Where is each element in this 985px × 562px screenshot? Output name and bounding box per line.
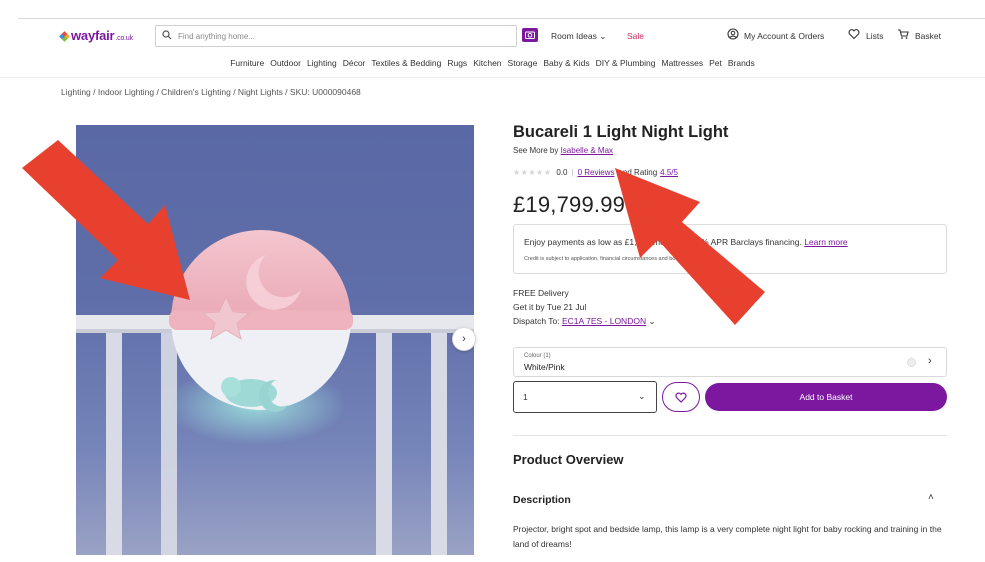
- quantity-value: 1: [523, 392, 528, 402]
- financing-disclaimer: Credit is subject to application, financ…: [524, 256, 713, 262]
- dispatch-label: Dispatch To:: [513, 316, 560, 326]
- chevron-down-icon: ⌄: [638, 391, 646, 401]
- heart-icon: [675, 392, 687, 403]
- quantity-select[interactable]: 1 ⌄: [513, 381, 657, 413]
- see-more-by: See More by Isabelle & Max: [513, 146, 613, 155]
- product-image[interactable]: [76, 125, 474, 555]
- rating-label: and Rating: [618, 168, 658, 177]
- description-text: Projector, bright spot and bedside lamp,…: [513, 524, 942, 549]
- top-rule: [18, 18, 985, 19]
- heart-icon[interactable]: [848, 28, 860, 40]
- rating-row: ★★★★★ 0.0 | 0 Reviews and Rating 4.5/5: [513, 168, 678, 177]
- colour-selector[interactable]: Colour (1) White/Pink ›: [513, 347, 947, 377]
- chevron-right-icon: ›: [928, 355, 932, 367]
- reviews-link[interactable]: 0 Reviews: [578, 168, 615, 177]
- room-ideas-menu[interactable]: Room Ideas ⌄: [551, 31, 606, 42]
- category-pet[interactable]: Pet: [709, 58, 722, 74]
- financing-box: Enjoy payments as low as £1,650/month wi…: [513, 224, 947, 274]
- delivery-info: FREE Delivery Get it by Tue 21 Jul Dispa…: [513, 286, 656, 328]
- delivery-date: Get it by Tue 21 Jul: [513, 302, 587, 312]
- category-mattresses[interactable]: Mattresses: [662, 58, 704, 74]
- account-link[interactable]: My Account & Orders: [744, 31, 824, 41]
- basket-icon[interactable]: [897, 28, 909, 40]
- category-decor[interactable]: Décor: [343, 58, 366, 74]
- colour-label: Colour (1): [524, 353, 551, 359]
- category-kitchen[interactable]: Kitchen: [473, 58, 501, 74]
- breadcrumb[interactable]: Lighting / Indoor Lighting / Children's …: [61, 87, 361, 97]
- colour-value: White/Pink: [524, 362, 565, 372]
- rating-score-link[interactable]: 4.5/5: [660, 168, 678, 177]
- category-brands[interactable]: Brands: [728, 58, 755, 74]
- search-input[interactable]: [178, 28, 508, 44]
- search-icon: [162, 30, 172, 40]
- basket-link[interactable]: Basket: [915, 31, 941, 41]
- site-header: wayfair .co.uk Room Ideas ⌄ Sale My Acco…: [0, 22, 985, 52]
- logo-text: wayfair: [71, 28, 115, 43]
- image-next-button[interactable]: ›: [452, 327, 476, 351]
- free-delivery: FREE Delivery: [513, 288, 569, 298]
- category-storage[interactable]: Storage: [508, 58, 538, 74]
- learn-more-link[interactable]: Learn more: [804, 237, 847, 247]
- chevron-up-icon[interactable]: ˄: [928, 492, 934, 503]
- category-outdoor[interactable]: Outdoor: [270, 58, 301, 74]
- chevron-right-icon: ›: [462, 333, 466, 345]
- logo-mark-icon: [59, 31, 70, 42]
- category-rugs[interactable]: Rugs: [447, 58, 467, 74]
- sale-link[interactable]: Sale: [627, 31, 644, 41]
- category-textiles-bedding[interactable]: Textiles & Bedding: [371, 58, 441, 74]
- dispatch-row: Dispatch To: EC1A 7ES - LONDON ⌄: [513, 314, 656, 328]
- search-bar[interactable]: [155, 25, 517, 47]
- room-ideas-label: Room Ideas: [551, 31, 597, 41]
- dispatch-postcode-link[interactable]: EC1A 7ES - LONDON: [562, 316, 646, 326]
- category-lighting[interactable]: Lighting: [307, 58, 337, 74]
- rating-separator: |: [571, 168, 574, 177]
- financing-main: Enjoy payments as low as £1,650/month wi…: [524, 237, 802, 247]
- wayfair-logo[interactable]: wayfair .co.uk: [59, 28, 133, 43]
- category-diy-plumbing[interactable]: DIY & Plumbing: [596, 58, 656, 74]
- add-to-basket-button[interactable]: Add to Basket: [705, 383, 947, 411]
- price: £19,799.99: [513, 192, 626, 217]
- rating-value: 0.0: [556, 168, 568, 177]
- chevron-down-icon: ⌄: [599, 31, 607, 41]
- product-overview-heading: Product Overview: [513, 452, 624, 467]
- section-divider: [513, 435, 947, 436]
- night-light-photo: [76, 230, 474, 555]
- lists-link[interactable]: Lists: [866, 31, 883, 41]
- product-title: Bucareli 1 Light Night Light: [513, 123, 729, 141]
- see-more-prefix: See More by: [513, 146, 561, 155]
- colour-swatch: [907, 358, 916, 367]
- visual-search-button[interactable]: [522, 28, 538, 42]
- category-furniture[interactable]: Furniture: [230, 58, 264, 74]
- logo-tld: .co.uk: [115, 35, 133, 42]
- description-heading[interactable]: Description: [513, 494, 571, 506]
- star-rating-icon: ★★★★★: [513, 168, 552, 177]
- nav-divider: [0, 77, 985, 78]
- category-nav: Furniture Outdoor Lighting Décor Textile…: [0, 58, 985, 74]
- category-baby-kids[interactable]: Baby & Kids: [543, 58, 589, 74]
- brand-link[interactable]: Isabelle & Max: [561, 146, 613, 155]
- chevron-down-icon[interactable]: ⌄: [648, 316, 655, 326]
- financing-text: Enjoy payments as low as £1,650/month wi…: [524, 237, 848, 247]
- camera-icon: [525, 31, 535, 39]
- add-to-favourites-button[interactable]: [662, 382, 700, 412]
- account-icon[interactable]: [727, 28, 739, 40]
